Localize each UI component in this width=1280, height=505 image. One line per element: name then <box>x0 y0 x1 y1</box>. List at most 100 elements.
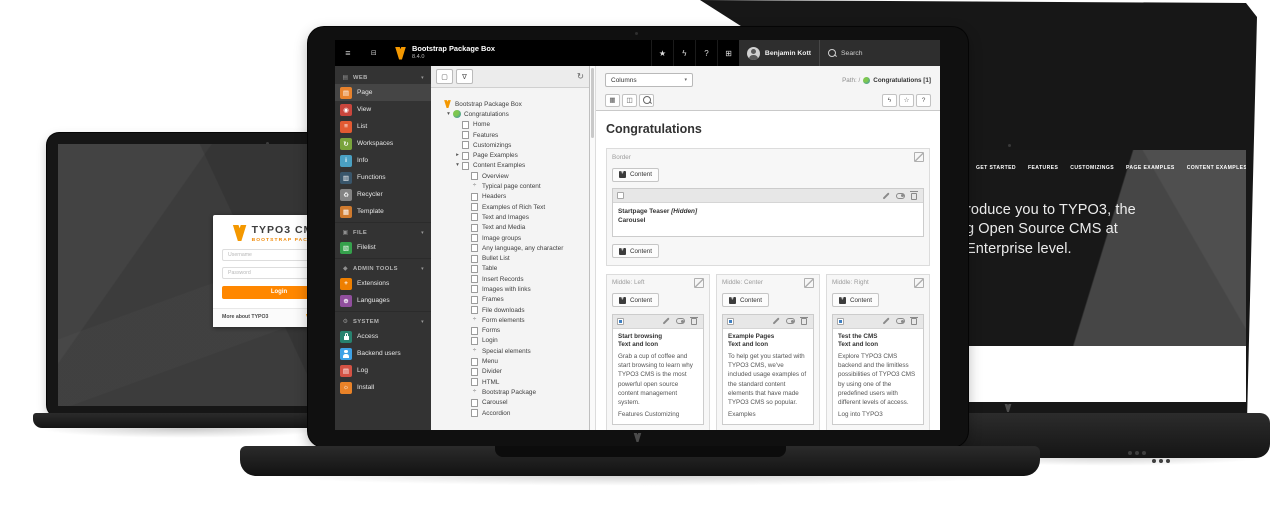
filter-icon[interactable]: ∇ <box>456 69 473 84</box>
search-box[interactable]: Search <box>819 40 940 66</box>
tree-node-insert-records[interactable]: Insert Records <box>436 274 587 284</box>
tree-node-examples-of-rich-text[interactable]: Examples of Rich Text <box>436 202 587 212</box>
help-icon[interactable]: ? <box>695 40 717 66</box>
tree-node-typical-page-content[interactable]: ÷Typical page content <box>436 181 587 191</box>
tree-node-bullet-list[interactable]: Bullet List <box>436 253 587 263</box>
tree-node-menu[interactable]: Menu <box>436 356 587 366</box>
tree-node-overview[interactable]: Overview <box>436 171 587 181</box>
module-item-functions[interactable]: ▥Functions <box>335 169 431 186</box>
module-item-info[interactable]: iInfo <box>335 152 431 169</box>
columns-select[interactable]: Columns ▾ <box>605 73 693 87</box>
edit-page-icon[interactable]: ◫ <box>622 94 637 107</box>
new-content-button[interactable]: Content <box>612 168 659 182</box>
module-item-filelist[interactable]: ▧Filelist <box>335 239 431 256</box>
user-menu[interactable]: Benjamin Kott <box>739 40 819 66</box>
nav-item-page-examples[interactable]: PAGE EXAMPLES <box>1126 165 1175 171</box>
new-content-button[interactable]: Content <box>612 293 659 307</box>
layout-view-icon[interactable]: ▦ <box>605 94 620 107</box>
module-item-list[interactable]: ≡List <box>335 118 431 135</box>
module-item-page[interactable]: ▤Page <box>335 84 431 101</box>
edit-pencil-icon[interactable] <box>772 317 780 325</box>
expander-open-icon[interactable]: ▾ <box>454 163 461 169</box>
password-field[interactable] <box>222 267 312 279</box>
more-about-typo3-link[interactable]: More about TYPO3 <box>222 314 268 320</box>
module-section-header-admin-tools[interactable]: ◆ADMIN TOOLS▾ <box>335 262 431 275</box>
visibility-toggle-icon[interactable] <box>896 193 905 199</box>
module-item-backend-users[interactable]: Backend users <box>335 345 431 362</box>
tree-toggle-icon[interactable]: ⊟ <box>371 49 377 57</box>
modules-grid-icon[interactable]: ⊞ <box>717 40 739 66</box>
new-page-icon[interactable]: ▢ <box>436 69 453 84</box>
tree-node-content-examples[interactable]: ▾Content Examples <box>436 161 587 171</box>
nav-item-customizings[interactable]: CUSTOMIZINGS <box>1070 165 1114 171</box>
tree-node-html[interactable]: HTML <box>436 377 587 387</box>
tree-node-image-groups[interactable]: Image groups <box>436 233 587 243</box>
tree-node-congratulations[interactable]: ▾Congratulations <box>436 109 587 119</box>
cache-bolt-icon[interactable]: ϟ <box>882 94 897 107</box>
expander-closed-icon[interactable]: ▸ <box>454 153 461 159</box>
tree-node-text-and-images[interactable]: Text and Images <box>436 212 587 222</box>
edit-pencil-icon[interactable] <box>662 317 670 325</box>
tree-node-images-with-links[interactable]: Images with links <box>436 284 587 294</box>
search-page-icon[interactable] <box>639 94 654 107</box>
expander-open-icon[interactable]: ▾ <box>445 112 452 118</box>
tree-node-bootstrap-package[interactable]: ÷Bootstrap Package <box>436 387 587 397</box>
module-section-header-web[interactable]: ▤WEB▾ <box>335 71 431 84</box>
tree-node-divider[interactable]: Divider <box>436 367 587 377</box>
tree-node-table[interactable]: Table <box>436 264 587 274</box>
delete-trash-icon[interactable] <box>911 193 917 200</box>
login-button[interactable]: Login <box>222 286 312 299</box>
visibility-toggle-icon[interactable] <box>896 318 905 324</box>
menu-toggle-icon[interactable]: ≡ <box>345 48 350 58</box>
module-section-header-file[interactable]: ▣FILE▾ <box>335 226 431 239</box>
delete-trash-icon[interactable] <box>801 318 807 325</box>
refresh-icon[interactable]: ↻ <box>577 71 584 82</box>
tree-node-login[interactable]: Login <box>436 336 587 346</box>
tree-node-page-examples[interactable]: ▸Page Examples <box>436 150 587 160</box>
visibility-toggle-icon[interactable] <box>786 318 795 324</box>
nav-item-content-examples[interactable]: CONTENT EXAMPLES <box>1187 165 1246 171</box>
tree-node-customizings[interactable]: Customizings <box>436 140 587 150</box>
content-element[interactable]: Example PagesText and IconTo help get yo… <box>722 314 814 425</box>
delete-trash-icon[interactable] <box>911 318 917 325</box>
module-item-install[interactable]: ☼Install <box>335 379 431 396</box>
username-field[interactable] <box>222 249 312 261</box>
module-item-access[interactable]: Access <box>335 328 431 345</box>
module-item-extensions[interactable]: +Extensions <box>335 275 431 292</box>
edit-pencil-icon[interactable] <box>882 192 890 200</box>
new-content-button[interactable]: Content <box>832 293 879 307</box>
content-element[interactable]: Start browsingText and IconGrab a cup of… <box>612 314 704 425</box>
tree-node-any-language-any-character[interactable]: Any language, any character <box>436 243 587 253</box>
nav-item-features[interactable]: FEATURES <box>1028 165 1058 171</box>
tree-node-home[interactable]: Home <box>436 120 587 130</box>
tree-node-bootstrap-package-box[interactable]: Bootstrap Package Box <box>436 99 587 109</box>
tree-node-features[interactable]: Features <box>436 130 587 140</box>
edit-column-icon[interactable] <box>694 278 704 288</box>
edit-pencil-icon[interactable] <box>882 317 890 325</box>
module-item-template[interactable]: ▦Template <box>335 203 431 220</box>
delete-trash-icon[interactable] <box>691 318 697 325</box>
tree-node-forms[interactable]: Forms <box>436 326 587 336</box>
help-icon[interactable]: ? <box>916 94 931 107</box>
tree-node-text-and-media[interactable]: Text and Media <box>436 223 587 233</box>
tree-node-headers[interactable]: Headers <box>436 192 587 202</box>
tree-node-frames[interactable]: Frames <box>436 295 587 305</box>
clear-cache-bolt-icon[interactable]: ϟ <box>673 40 695 66</box>
edit-column-icon[interactable] <box>914 278 924 288</box>
module-item-languages[interactable]: ⊕Languages <box>335 292 431 309</box>
content-element[interactable]: Startpage Teaser [Hidden] Carousel <box>612 188 924 237</box>
edit-column-icon[interactable] <box>914 152 924 162</box>
tree-node-form-elements[interactable]: ÷Form elements <box>436 315 587 325</box>
tree-node-carousel[interactable]: Carousel <box>436 398 587 408</box>
module-item-view[interactable]: ◉View <box>335 101 431 118</box>
edit-column-icon[interactable] <box>804 278 814 288</box>
content-element[interactable]: Test the CMSText and IconExplore TYPO3 C… <box>832 314 924 425</box>
nav-item-get-started[interactable]: GET STARTED <box>976 165 1016 171</box>
tree-node-special-elements[interactable]: ÷Special elements <box>436 346 587 356</box>
module-section-header-system[interactable]: ⚙SYSTEM▾ <box>335 315 431 328</box>
visibility-toggle-icon[interactable] <box>676 318 685 324</box>
module-item-workspaces[interactable]: ↻Workspaces <box>335 135 431 152</box>
module-item-recycler[interactable]: ♻Recycler <box>335 186 431 203</box>
bookmark-icon[interactable]: ☆ <box>899 94 914 107</box>
new-content-button[interactable]: Content <box>722 293 769 307</box>
